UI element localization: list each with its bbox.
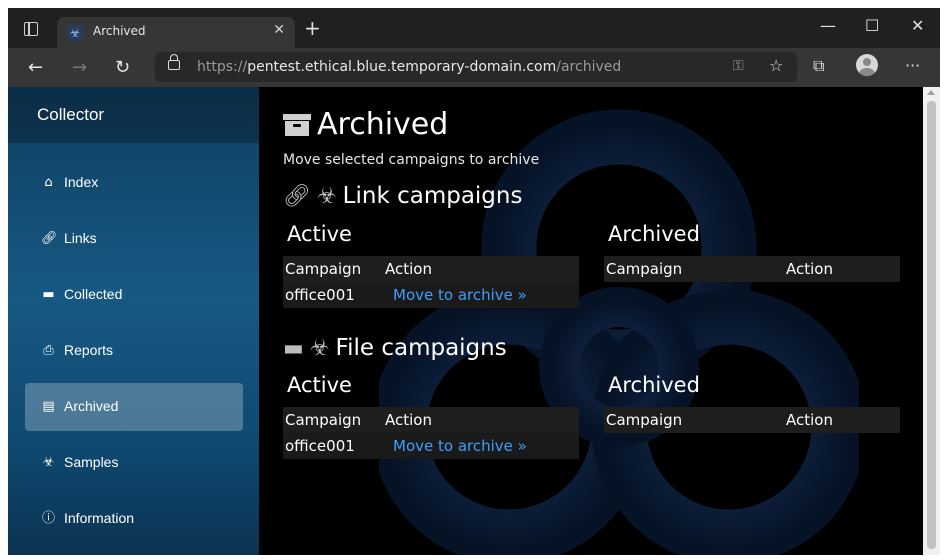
archive-title-icon	[283, 109, 311, 136]
link-archived-heading: Archived	[608, 222, 700, 246]
tab-strip: ☣ Archived ✕ + — ☐ ✕	[8, 8, 940, 48]
table-row: office001 Move to archive »	[283, 282, 579, 308]
home-icon: ⌂	[44, 175, 53, 190]
section-title: File campaigns	[335, 335, 507, 361]
more-menu-icon[interactable]: ···	[905, 56, 920, 75]
browser-window: ☣ Archived ✕ + — ☐ ✕ ← → ↻ https://pente…	[8, 8, 940, 555]
url-path: /archived	[556, 59, 622, 75]
lock-icon[interactable]	[168, 54, 180, 70]
section-title: Link campaigns	[342, 183, 523, 209]
url-host: pentest.ethical.blue.temporary-domain.co…	[247, 59, 557, 75]
tab-actions-icon[interactable]	[24, 22, 38, 36]
biohazard-icon: ☣	[42, 455, 55, 470]
column-header: Campaign	[604, 256, 784, 282]
sidebar-item-information[interactable]: ⓘ Information	[25, 495, 243, 543]
favorite-star-icon[interactable]: ☆	[769, 56, 783, 75]
folder-icon: ▬	[283, 336, 304, 361]
file-active-table: Campaign Action office001 Move to archiv…	[283, 407, 579, 459]
file-archived-table: Campaign Action	[604, 407, 900, 433]
file-active-heading: Active	[287, 373, 352, 397]
tab-title: Archived	[93, 24, 146, 38]
profile-avatar[interactable]	[856, 54, 878, 76]
column-header: Action	[784, 407, 900, 433]
table-row: office001 Move to archive »	[283, 433, 579, 459]
collections-icon[interactable]: ⧉	[813, 56, 824, 76]
sidebar-item-collected[interactable]: ▬ Collected	[25, 271, 243, 319]
sidebar-item-label: Reports	[64, 342, 114, 358]
file-archived-heading: Archived	[608, 373, 700, 397]
column-header: Campaign	[283, 256, 383, 282]
link-active-table: Campaign Action office001 Move to archiv…	[283, 256, 579, 308]
link-campaigns-heading: 🔗︎ ☣ Link campaigns	[283, 183, 522, 209]
table-header-row: Campaign Action	[604, 256, 900, 282]
main-content: Archived Move selected campaigns to arch…	[259, 87, 923, 555]
biohazard-favicon-icon: ☣	[67, 25, 83, 41]
sidebar-item-samples[interactable]: ☣ Samples	[25, 439, 243, 487]
column-header: Campaign	[283, 407, 383, 433]
minimize-icon[interactable]: —	[820, 16, 836, 35]
column-header: Action	[784, 256, 900, 282]
printer-icon: ⎙	[43, 343, 54, 358]
campaign-cell: office001	[283, 282, 383, 308]
vertical-scrollbar[interactable]	[923, 87, 940, 555]
url-text[interactable]: https://pentest.ethical.blue.temporary-d…	[197, 59, 621, 75]
page-subtitle: Move selected campaigns to archive	[283, 152, 540, 168]
scrollbar-thumb[interactable]	[927, 101, 936, 549]
sidebar-item-index[interactable]: ⌂ Index	[25, 159, 243, 207]
refresh-icon[interactable]: ↻	[115, 57, 130, 78]
url-scheme: https://	[197, 59, 248, 75]
action-cell: Move to archive »	[383, 433, 579, 459]
sidebar-item-reports[interactable]: ⎙ Reports	[25, 327, 243, 375]
link-icon: 🔗︎	[283, 184, 311, 209]
sidebar-brand[interactable]: Collector	[8, 87, 259, 143]
action-cell: Move to archive »	[383, 282, 579, 308]
new-tab-icon[interactable]: +	[304, 16, 321, 40]
sidebar-item-label: Information	[64, 510, 135, 526]
sidebar-item-archived[interactable]: ▤ Archived	[25, 383, 243, 431]
biohazard-icon: ☣	[309, 336, 330, 361]
info-icon: ⓘ	[41, 511, 55, 526]
forward-icon[interactable]: →	[72, 57, 87, 78]
archive-icon: ▤	[42, 399, 55, 414]
sidebar-item-label: Index	[64, 174, 99, 190]
sidebar: Collector ⌂ Index 🔗︎ Links ▬ Collected ⎙…	[8, 87, 259, 555]
tab-archived[interactable]: ☣ Archived ✕	[57, 17, 295, 48]
move-to-archive-link[interactable]: Move to archive »	[385, 286, 527, 304]
table-header-row: Campaign Action	[283, 407, 579, 433]
move-to-archive-link[interactable]: Move to archive »	[385, 437, 527, 455]
table-header-row: Campaign Action	[604, 407, 900, 433]
column-header: Action	[383, 407, 579, 433]
link-archived-table: Campaign Action	[604, 256, 900, 282]
page-title-text: Archived	[317, 107, 449, 142]
tab-close-icon[interactable]: ✕	[273, 22, 285, 38]
back-icon[interactable]: ←	[28, 57, 43, 78]
table-header-row: Campaign Action	[283, 256, 579, 282]
column-header: Action	[383, 256, 579, 282]
sidebar-item-links[interactable]: 🔗︎ Links	[25, 215, 243, 263]
brand-label: Collector	[37, 105, 105, 124]
sidebar-item-label: Collected	[64, 286, 123, 302]
key-icon[interactable]: ⚿	[733, 58, 744, 74]
link-active-heading: Active	[287, 222, 352, 246]
address-toolbar: ← → ↻ https://pentest.ethical.blue.tempo…	[8, 48, 940, 87]
biohazard-icon: ☣	[316, 184, 337, 209]
close-window-icon[interactable]: ✕	[911, 16, 924, 35]
column-header: Campaign	[604, 407, 784, 433]
folder-icon: ▬	[42, 287, 55, 302]
page-viewport: Collector ⌂ Index 🔗︎ Links ▬ Collected ⎙…	[8, 87, 923, 555]
maximize-icon[interactable]: ☐	[865, 16, 879, 35]
address-bar[interactable]: https://pentest.ethical.blue.temporary-d…	[155, 52, 797, 82]
link-icon: 🔗︎	[41, 231, 58, 246]
scroll-up-icon[interactable]	[927, 90, 935, 95]
file-campaigns-heading: ▬ ☣ File campaigns	[283, 335, 507, 361]
sidebar-item-label: Samples	[64, 454, 119, 470]
page-title: Archived	[283, 107, 448, 142]
campaign-cell: office001	[283, 433, 383, 459]
sidebar-item-label: Archived	[64, 398, 119, 414]
sidebar-item-label: Links	[64, 230, 97, 246]
